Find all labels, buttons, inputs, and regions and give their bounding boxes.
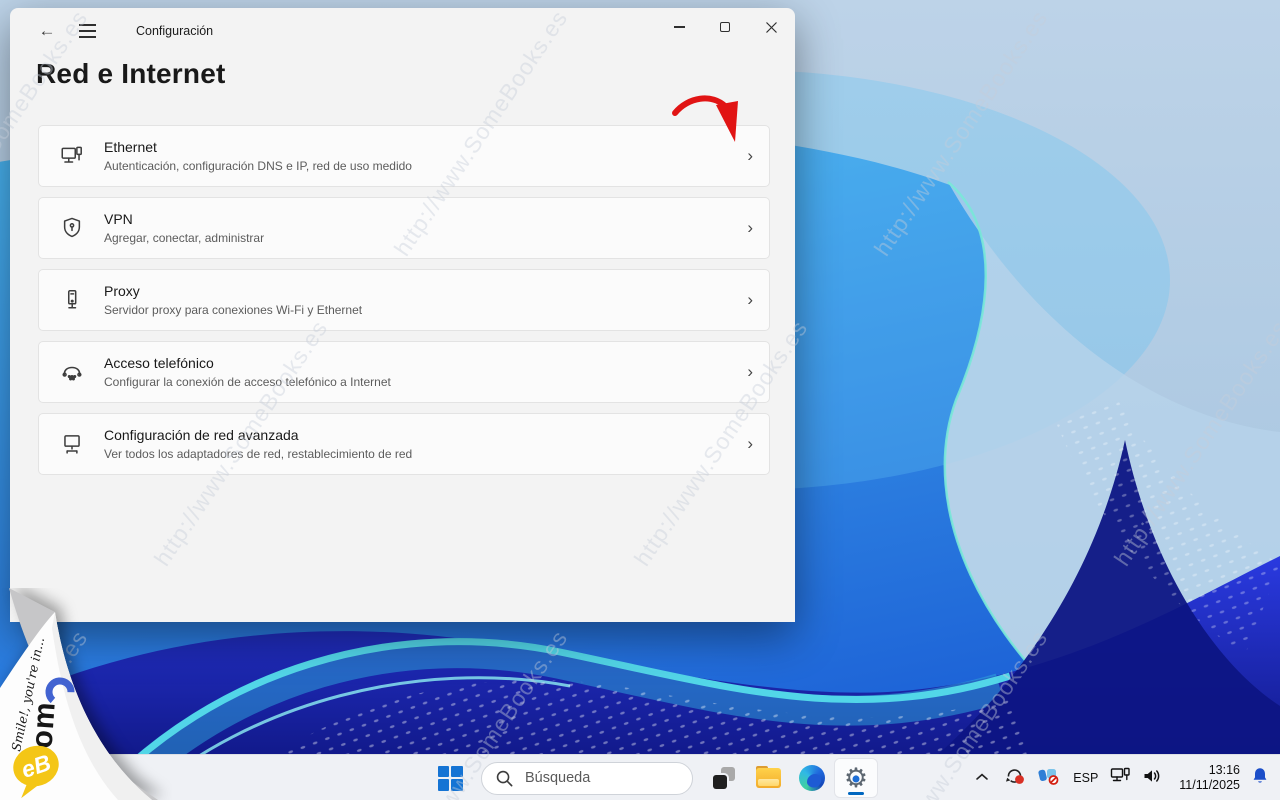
- settings-window: ← Configuración Red e Internet Ethernet …: [10, 8, 795, 622]
- system-tray: ESP 13:16 11/11/2025: [971, 755, 1270, 800]
- notification-bell-icon: [1250, 766, 1270, 786]
- settings-item-advanced-network[interactable]: Configuración de red avanzada Ver todos …: [38, 413, 770, 475]
- dialup-phone-icon: [59, 359, 85, 385]
- ethernet-network-icon: [1110, 766, 1132, 785]
- chevron-right-icon: ›: [747, 362, 753, 382]
- taskbar: ⚙ ESP: [0, 754, 1280, 800]
- item-title: Ethernet: [104, 139, 412, 155]
- back-arrow-icon: ←: [39, 21, 56, 41]
- item-title: Configuración de red avanzada: [104, 427, 412, 443]
- tray-app-button[interactable]: [1037, 765, 1061, 791]
- start-button[interactable]: [428, 758, 472, 798]
- taskbar-center-group: ⚙: [428, 758, 878, 798]
- network-tray-button[interactable]: [1110, 766, 1132, 790]
- window-controls: [656, 9, 794, 45]
- search-icon: [495, 769, 514, 788]
- tray-time: 13:16: [1179, 763, 1240, 778]
- chevron-right-icon: ›: [747, 290, 753, 310]
- settings-list: Ethernet Autenticación, configuración DN…: [38, 125, 770, 485]
- page-title: Red e Internet: [36, 58, 795, 90]
- chevron-up-icon: [975, 772, 989, 782]
- active-app-indicator: [848, 792, 864, 795]
- tray-sync-button[interactable]: [1003, 765, 1027, 791]
- taskbar-search[interactable]: [481, 762, 693, 795]
- clock[interactable]: 13:16 11/11/2025: [1173, 763, 1240, 793]
- settings-app-button[interactable]: ⚙: [834, 758, 878, 798]
- edge-button[interactable]: [790, 758, 834, 798]
- close-icon: [765, 21, 778, 34]
- close-button[interactable]: [748, 9, 794, 45]
- chevron-right-icon: ›: [747, 434, 753, 454]
- minimize-button[interactable]: [656, 9, 702, 45]
- language-indicator[interactable]: ESP: [1071, 771, 1100, 785]
- vpn-shield-icon: [59, 215, 85, 241]
- chevron-right-icon: ›: [747, 146, 753, 166]
- task-view-icon: [713, 767, 735, 789]
- speaker-icon: [1142, 767, 1163, 785]
- task-view-button[interactable]: [702, 758, 746, 798]
- item-title: Acceso telefónico: [104, 355, 391, 371]
- gear-icon: ⚙: [842, 764, 870, 792]
- sync-status-icon: [1003, 765, 1027, 786]
- tray-app-icon: [1037, 765, 1061, 786]
- edge-icon: [799, 765, 825, 791]
- file-explorer-button[interactable]: [746, 758, 790, 798]
- search-input[interactable]: [523, 769, 683, 787]
- proxy-server-icon: [59, 287, 85, 313]
- maximize-icon: [720, 22, 731, 33]
- maximize-button[interactable]: [702, 9, 748, 45]
- item-title: VPN: [104, 211, 264, 227]
- item-title: Proxy: [104, 283, 362, 299]
- item-subtitle: Configurar la conexión de acceso telefón…: [104, 375, 391, 389]
- settings-item-ethernet[interactable]: Ethernet Autenticación, configuración DN…: [38, 125, 770, 187]
- tray-overflow-button[interactable]: [971, 765, 993, 791]
- settings-item-dialup[interactable]: Acceso telefónico Configurar la conexión…: [38, 341, 770, 403]
- navigation-menu-button[interactable]: [72, 16, 102, 46]
- notifications-button[interactable]: [1250, 766, 1270, 791]
- windows-logo-icon: [438, 766, 463, 791]
- chevron-right-icon: ›: [747, 218, 753, 238]
- ethernet-icon: [59, 143, 85, 169]
- minimize-icon: [674, 26, 685, 27]
- tray-date: 11/11/2025: [1179, 778, 1240, 793]
- item-subtitle: Servidor proxy para conexiones Wi-Fi y E…: [104, 303, 362, 317]
- file-explorer-icon: [756, 768, 781, 788]
- item-subtitle: Ver todos los adaptadores de red, restab…: [104, 447, 412, 461]
- window-titlebar: ← Configuración: [10, 8, 795, 54]
- settings-item-proxy[interactable]: Proxy Servidor proxy para conexiones Wi-…: [38, 269, 770, 331]
- back-button[interactable]: ←: [32, 16, 62, 46]
- advanced-network-icon: [59, 431, 85, 457]
- settings-item-vpn[interactable]: VPN Agregar, conectar, administrar ›: [38, 197, 770, 259]
- item-subtitle: Autenticación, configuración DNS e IP, r…: [104, 159, 412, 173]
- volume-tray-button[interactable]: [1142, 767, 1163, 790]
- hamburger-icon: [79, 24, 96, 38]
- window-title: Configuración: [136, 24, 213, 38]
- item-subtitle: Agregar, conectar, administrar: [104, 231, 264, 245]
